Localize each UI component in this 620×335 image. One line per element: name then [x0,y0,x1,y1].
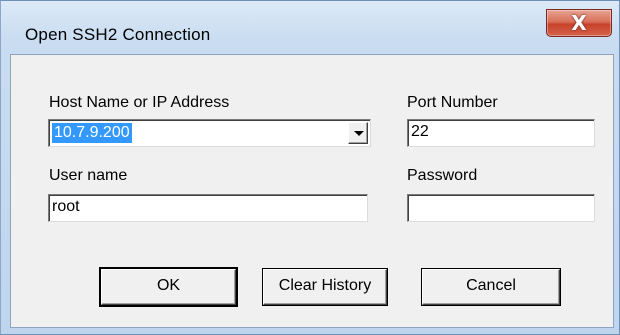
host-combobox[interactable]: 10.7.9.200 [48,119,371,147]
port-value: 22 [411,123,429,140]
dialog-body: Host Name or IP Address 10.7.9.200 Port … [10,54,614,328]
username-label: User name [49,167,128,184]
host-label: Host Name or IP Address [49,94,230,111]
username-value: root [52,198,80,215]
host-value: 10.7.9.200 [52,123,132,143]
password-input[interactable] [407,194,595,222]
window-title: Open SSH2 Connection [25,25,211,44]
cancel-button[interactable]: Cancel [422,269,560,305]
dialog-window: Open SSH2 Connection X Host Name or IP A… [0,0,620,335]
port-label: Port Number [407,94,498,111]
close-button[interactable]: X [546,9,612,37]
clear-history-button[interactable]: Clear History [263,269,387,305]
ok-button[interactable]: OK [101,269,236,305]
port-input[interactable]: 22 [407,119,595,147]
close-icon: X [571,11,587,35]
username-input[interactable]: root [48,194,368,222]
password-label: Password [407,167,478,184]
dropdown-arrow-icon[interactable] [348,122,368,144]
